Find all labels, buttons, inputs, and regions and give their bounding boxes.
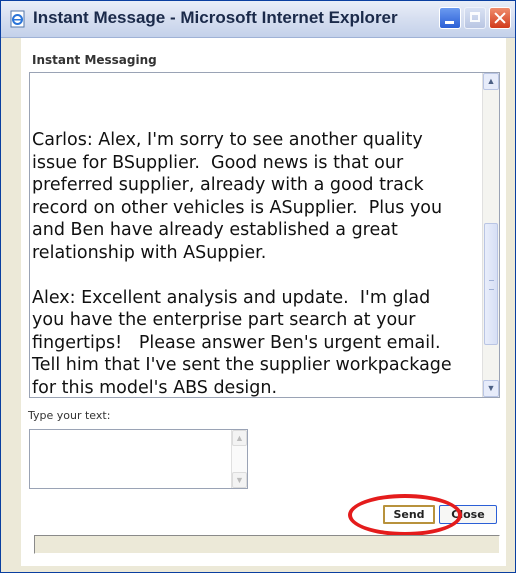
compose-input[interactable] — [30, 430, 230, 488]
title-bar[interactable]: Instant Message - Microsoft Internet Exp… — [1, 1, 515, 38]
transcript-text: Carlos: Alex, I'm sorry to see another q… — [32, 130, 452, 398]
window-title: Instant Message - Microsoft Internet Exp… — [33, 8, 398, 27]
minimize-icon[interactable] — [439, 7, 461, 29]
status-bar — [34, 535, 500, 554]
scroll-grip-icon — [489, 280, 494, 290]
scroll-down-icon[interactable]: ▼ — [483, 380, 499, 397]
ie-window: Instant Message - Microsoft Internet Exp… — [0, 0, 516, 573]
transcript-scrollbar[interactable]: ▲ ▼ — [482, 73, 499, 397]
compose-scrollbar[interactable]: ▲ ▼ — [231, 430, 247, 488]
compose-label: Type your text: — [28, 409, 111, 422]
dialog-content: Instant Messaging Carlos: Alex, I'm sorr… — [21, 38, 506, 566]
chat-transcript[interactable]: Carlos: Alex, I'm sorry to see another q… — [29, 72, 500, 398]
send-highlight-annotation — [348, 494, 462, 536]
close-icon[interactable] — [489, 7, 511, 29]
ie-page-icon — [10, 10, 25, 28]
scroll-up-icon[interactable]: ▲ — [483, 73, 499, 90]
chat-heading: Instant Messaging — [32, 53, 157, 67]
compose-scroll-down-icon[interactable]: ▼ — [232, 472, 247, 488]
compose-box[interactable]: ▲ ▼ — [29, 429, 248, 489]
scroll-thumb[interactable] — [484, 223, 498, 345]
compose-scroll-up-icon[interactable]: ▲ — [232, 430, 247, 446]
maximize-icon[interactable] — [464, 7, 486, 29]
